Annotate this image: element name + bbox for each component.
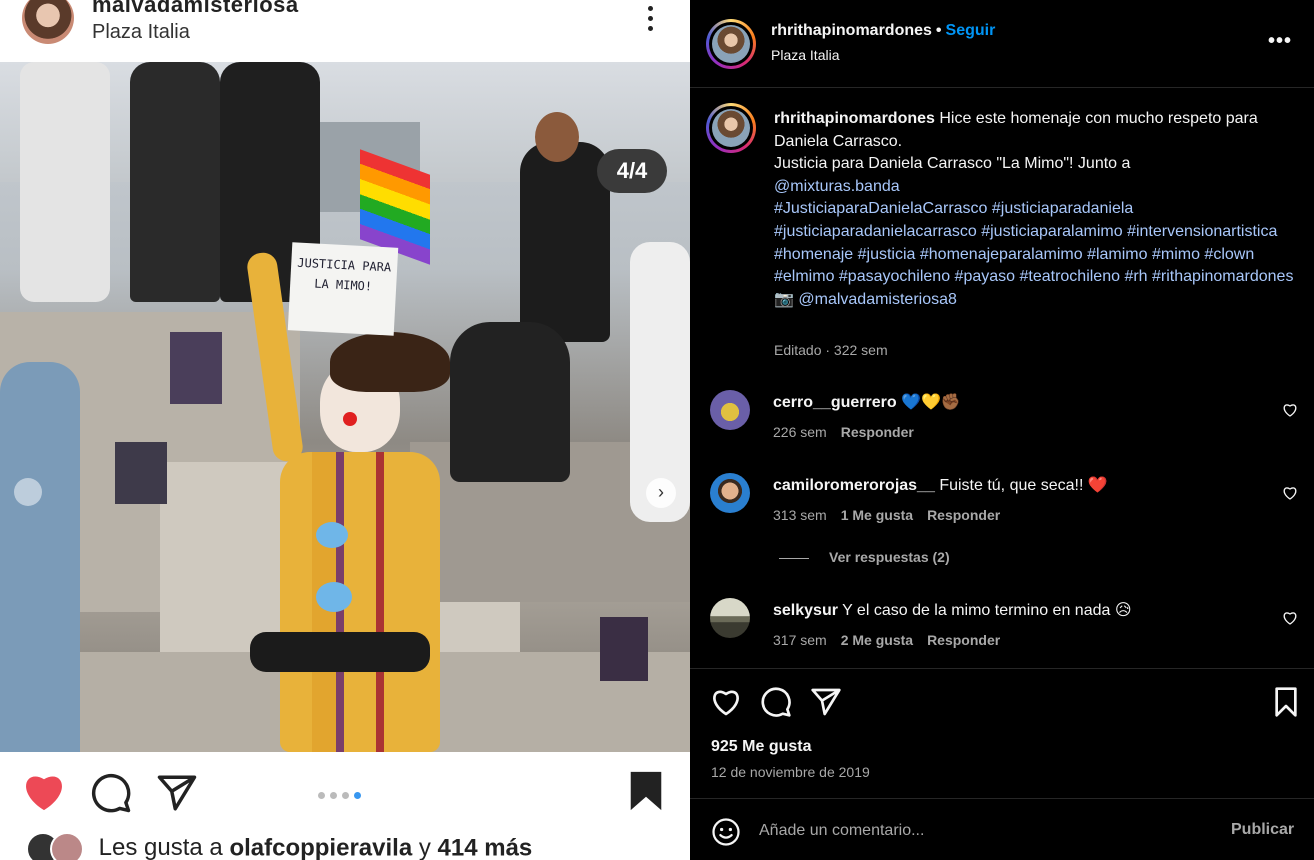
comment-avatar[interactable] — [710, 473, 750, 513]
embedded-location: Plaza Italia — [92, 21, 190, 43]
comment-avatar[interactable] — [710, 390, 750, 430]
embedded-avatar — [22, 0, 74, 44]
likes-count[interactable]: 925 Me gusta — [711, 738, 811, 756]
caption-text-2: Justicia para Daniela Carrasco "La Mimo"… — [774, 155, 1131, 173]
post-detail-panel: rhrithapinomardones • Seguir Plaza Italia … — [690, 0, 1314, 860]
embedded-comment-icon — [91, 773, 131, 813]
share-icon[interactable] — [810, 686, 842, 718]
caption-edited-time: Editado · 322 sem — [774, 342, 888, 358]
comment-text: Y el caso de la mimo termino en nada 😥 — [842, 602, 1132, 619]
comment-username[interactable]: camiloromerorojas__ — [773, 477, 935, 494]
like-heart-icon[interactable] — [710, 686, 742, 718]
comment-username[interactable]: selkysur — [773, 602, 838, 619]
embedded-likes-line: Les gusta a olafcoppieravila y 414 más — [26, 832, 532, 860]
comment-time: 313 sem — [773, 507, 827, 523]
camera-emoji: 📷 — [774, 290, 794, 308]
post-caption: rhrithapinomardones Hice este homenaje c… — [774, 108, 1294, 311]
carousel-prev-icon — [14, 478, 42, 506]
embedded-bookmark-icon — [630, 771, 662, 811]
author-avatar[interactable] — [706, 19, 756, 69]
comment-reply-button[interactable]: Responder — [927, 632, 1000, 648]
carousel-dots — [318, 786, 378, 799]
caption-mention[interactable]: @mixturas.banda — [774, 178, 900, 195]
protest-sign: JUSTICIA PARA LA MIMO! — [287, 242, 399, 336]
caption-hashtags[interactable]: #JusticiaparaDanielaCarrasco #justiciapa… — [774, 200, 1293, 285]
post-image-panel: malvadamisteriosa Plaza Italia JUSTICIA … — [0, 0, 690, 860]
view-replies-button[interactable]: Ver respuestas (2) — [779, 549, 950, 565]
comment-time: 226 sem — [773, 424, 827, 440]
more-horizontal-icon[interactable]: ••• — [1268, 30, 1292, 54]
comment-reply-button[interactable]: Responder — [841, 424, 914, 440]
comment-like-icon[interactable] — [1282, 610, 1298, 626]
comment-username[interactable]: cerro__guerrero — [773, 394, 897, 411]
embedded-post-header: malvadamisteriosa Plaza Italia — [0, 0, 690, 62]
embedded-heart-icon — [26, 776, 62, 811]
comment-like-icon[interactable] — [1282, 485, 1298, 501]
comment-composer: Publicar — [690, 798, 1314, 860]
carousel-counter: 4/4 — [597, 149, 667, 193]
bookmark-icon[interactable] — [1270, 686, 1302, 718]
embedded-more-icon — [640, 2, 660, 36]
follow-button[interactable]: Seguir — [946, 22, 996, 39]
emoji-icon[interactable] — [711, 817, 741, 847]
carousel-next-button[interactable]: › — [646, 478, 676, 508]
comment-text: 💙💛✊🏾 — [901, 394, 961, 411]
publish-button[interactable]: Publicar — [1231, 821, 1294, 839]
post-date: 12 de noviembre de 2019 — [711, 764, 870, 780]
embedded-share-icon — [157, 775, 197, 811]
separator-dot: • — [935, 22, 942, 39]
comment-avatar[interactable] — [710, 598, 750, 638]
comment-reply-button[interactable]: Responder — [927, 507, 1000, 523]
comment-likes-count[interactable]: 1 Me gusta — [841, 507, 913, 523]
comment-time: 317 sem — [773, 632, 827, 648]
comment-text: Fuiste tú, que seca!! ❤️ — [939, 477, 1108, 494]
embedded-username: malvadamisteriosa — [92, 0, 299, 17]
caption-mention-photographer[interactable]: @malvadamisteriosa8 — [798, 291, 957, 308]
post-location[interactable]: Plaza Italia — [771, 47, 839, 63]
comment-like-icon[interactable] — [1282, 402, 1298, 418]
comment-input[interactable] — [759, 817, 1199, 845]
author-username[interactable]: rhrithapinomardones — [771, 22, 932, 39]
comment-likes-count[interactable]: 2 Me gusta — [841, 632, 913, 648]
comment-icon[interactable] — [760, 686, 792, 718]
post-header: rhrithapinomardones • Seguir Plaza Italia … — [690, 0, 1314, 88]
post-photo: JUSTICIA PARA LA MIMO! 4/4 › — [0, 62, 690, 752]
caption-avatar[interactable] — [706, 103, 756, 153]
caption-username[interactable]: rhrithapinomardones — [774, 110, 935, 127]
